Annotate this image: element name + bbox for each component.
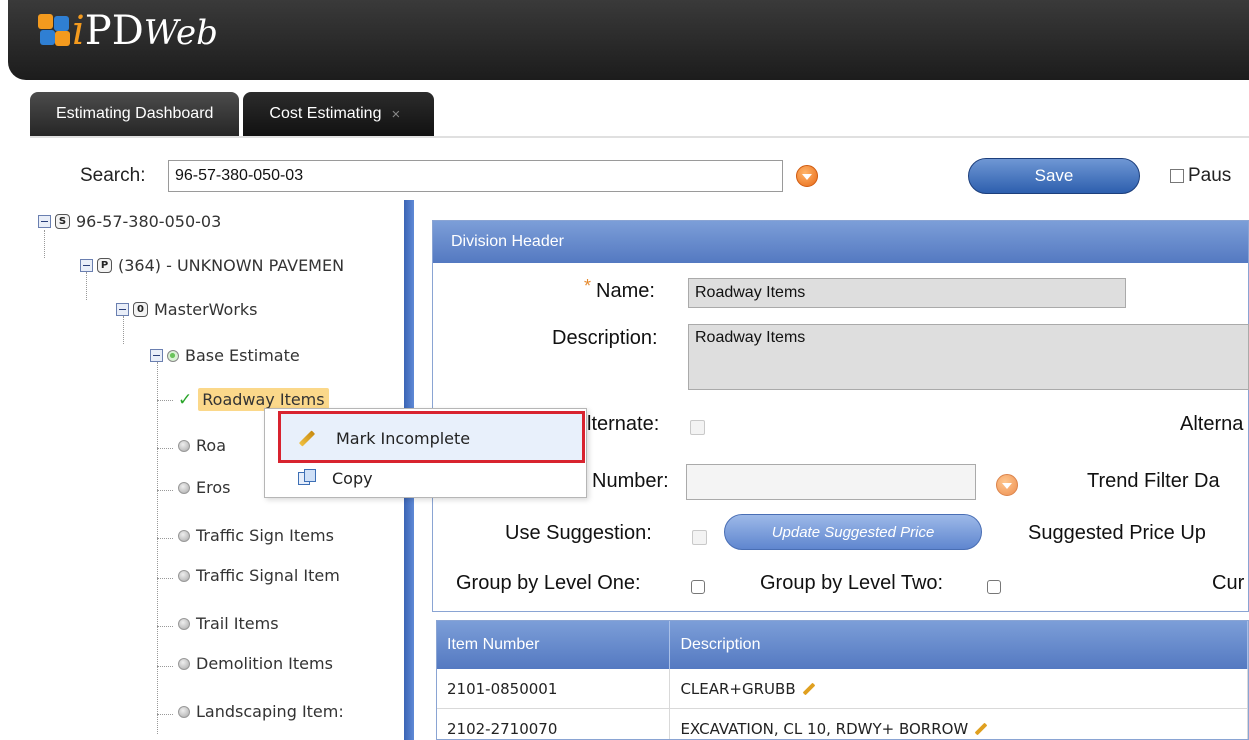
checkmark-icon: ✓ (178, 389, 193, 410)
edit-pencil-icon[interactable] (802, 682, 815, 695)
alternate-right-label: Alterna (1180, 413, 1244, 435)
collapse-icon[interactable] (38, 215, 51, 228)
suggested-price-label: Suggested Price Up (1028, 522, 1206, 544)
tree-node-masterworks[interactable]: 0 MasterWorks (116, 300, 258, 319)
trend-filter-label: Trend Filter Da (1087, 470, 1220, 492)
close-icon[interactable]: × (391, 106, 400, 123)
status-dot-icon (178, 657, 190, 670)
status-dot-icon (178, 569, 190, 582)
search-dropdown-button[interactable] (796, 165, 818, 187)
edit-pencil-icon[interactable] (974, 722, 988, 735)
required-mark: * (584, 276, 592, 296)
group-level-two-checkbox[interactable] (987, 580, 1001, 594)
alternate-checkbox[interactable] (690, 420, 705, 435)
logo-mark-icon (38, 14, 70, 48)
logo-text: iPDWeb (72, 8, 218, 54)
node-badge-icon: S (55, 214, 70, 229)
pause-checkbox-box[interactable] (1170, 169, 1184, 183)
number-field[interactable] (686, 464, 976, 500)
use-suggestion-checkbox[interactable] (692, 530, 707, 545)
pause-checkbox[interactable]: Paus (1170, 165, 1231, 187)
group-level-two-label: Group by Level Two: (760, 572, 944, 594)
description-field[interactable]: Roadway Items (688, 324, 1249, 390)
node-badge-icon: 0 (133, 302, 148, 317)
tree-node-root[interactable]: S 96-57-380-050-03 (38, 212, 221, 231)
column-header-item-number[interactable]: Item Number (437, 621, 671, 669)
tab-bar: Estimating Dashboard Cost Estimating × (30, 92, 438, 136)
column-header-description[interactable]: Description (670, 621, 1248, 669)
collapse-icon[interactable] (116, 303, 129, 316)
menu-item-mark-incomplete[interactable]: Mark Incomplete (298, 424, 470, 452)
grid-header: Item Number Description (437, 621, 1248, 669)
tree-item[interactable]: Trail Items (178, 614, 279, 633)
status-dot-icon (178, 529, 190, 542)
status-dot-icon (178, 481, 190, 494)
copy-icon (298, 469, 318, 487)
tree-node-project[interactable]: P (364) - UNKNOWN PAVEMEN (80, 256, 344, 275)
app-header: iPDWeb (8, 0, 1249, 80)
status-dot-icon (178, 439, 190, 452)
status-dot-icon (178, 617, 190, 630)
tab-underline (30, 136, 1249, 138)
tree-node-base-estimate[interactable]: Base Estimate (150, 346, 300, 365)
collapse-icon[interactable] (80, 259, 93, 272)
table-row[interactable]: 2101-0850001 CLEAR+GRUBB (437, 669, 1248, 709)
cur-label: Cur (1212, 572, 1245, 594)
node-badge-icon: P (97, 258, 112, 273)
pause-label: Paus (1188, 165, 1232, 186)
group-level-one-label: Group by Level One: (456, 572, 641, 594)
tree-item[interactable]: Traffic Sign Items (178, 526, 334, 545)
menu-item-copy[interactable]: Copy (298, 464, 373, 492)
alternate-label: lternate: (587, 413, 660, 435)
update-suggested-price-button[interactable]: Update Suggested Price (724, 514, 982, 550)
ipdweb-logo: iPDWeb (38, 8, 218, 54)
pencil-icon (298, 429, 316, 447)
description-label: Description: (552, 327, 658, 349)
panel-header: Division Header (433, 221, 1248, 263)
tree-item[interactable]: Landscaping Item: (178, 702, 344, 721)
search-input[interactable] (168, 160, 783, 192)
status-dot-icon (178, 705, 190, 718)
tab-estimating-dashboard[interactable]: Estimating Dashboard (30, 92, 240, 136)
name-label: Name: (596, 280, 655, 302)
save-button[interactable]: Save (968, 158, 1140, 194)
group-level-one-checkbox[interactable] (691, 580, 705, 594)
items-grid: Item Number Description 2101-0850001 CLE… (436, 620, 1249, 740)
table-row[interactable]: 2102-2710070 EXCAVATION, CL 10, RDWY+ BO… (437, 709, 1248, 739)
use-suggestion-label: Use Suggestion: (505, 522, 652, 544)
tree-item[interactable]: Demolition Items (178, 654, 333, 673)
tree-item[interactable]: Traffic Signal Item (178, 566, 340, 585)
collapse-icon[interactable] (150, 349, 163, 362)
number-label: Number: (592, 470, 669, 492)
name-field[interactable] (688, 278, 1126, 308)
tab-cost-estimating[interactable]: Cost Estimating × (243, 92, 435, 136)
tree-item[interactable]: Roa (178, 436, 226, 455)
base-estimate-icon (167, 349, 179, 362)
tree-item[interactable]: Eros (178, 478, 230, 497)
number-dropdown-button[interactable] (996, 474, 1018, 496)
search-label: Search: (80, 165, 146, 186)
